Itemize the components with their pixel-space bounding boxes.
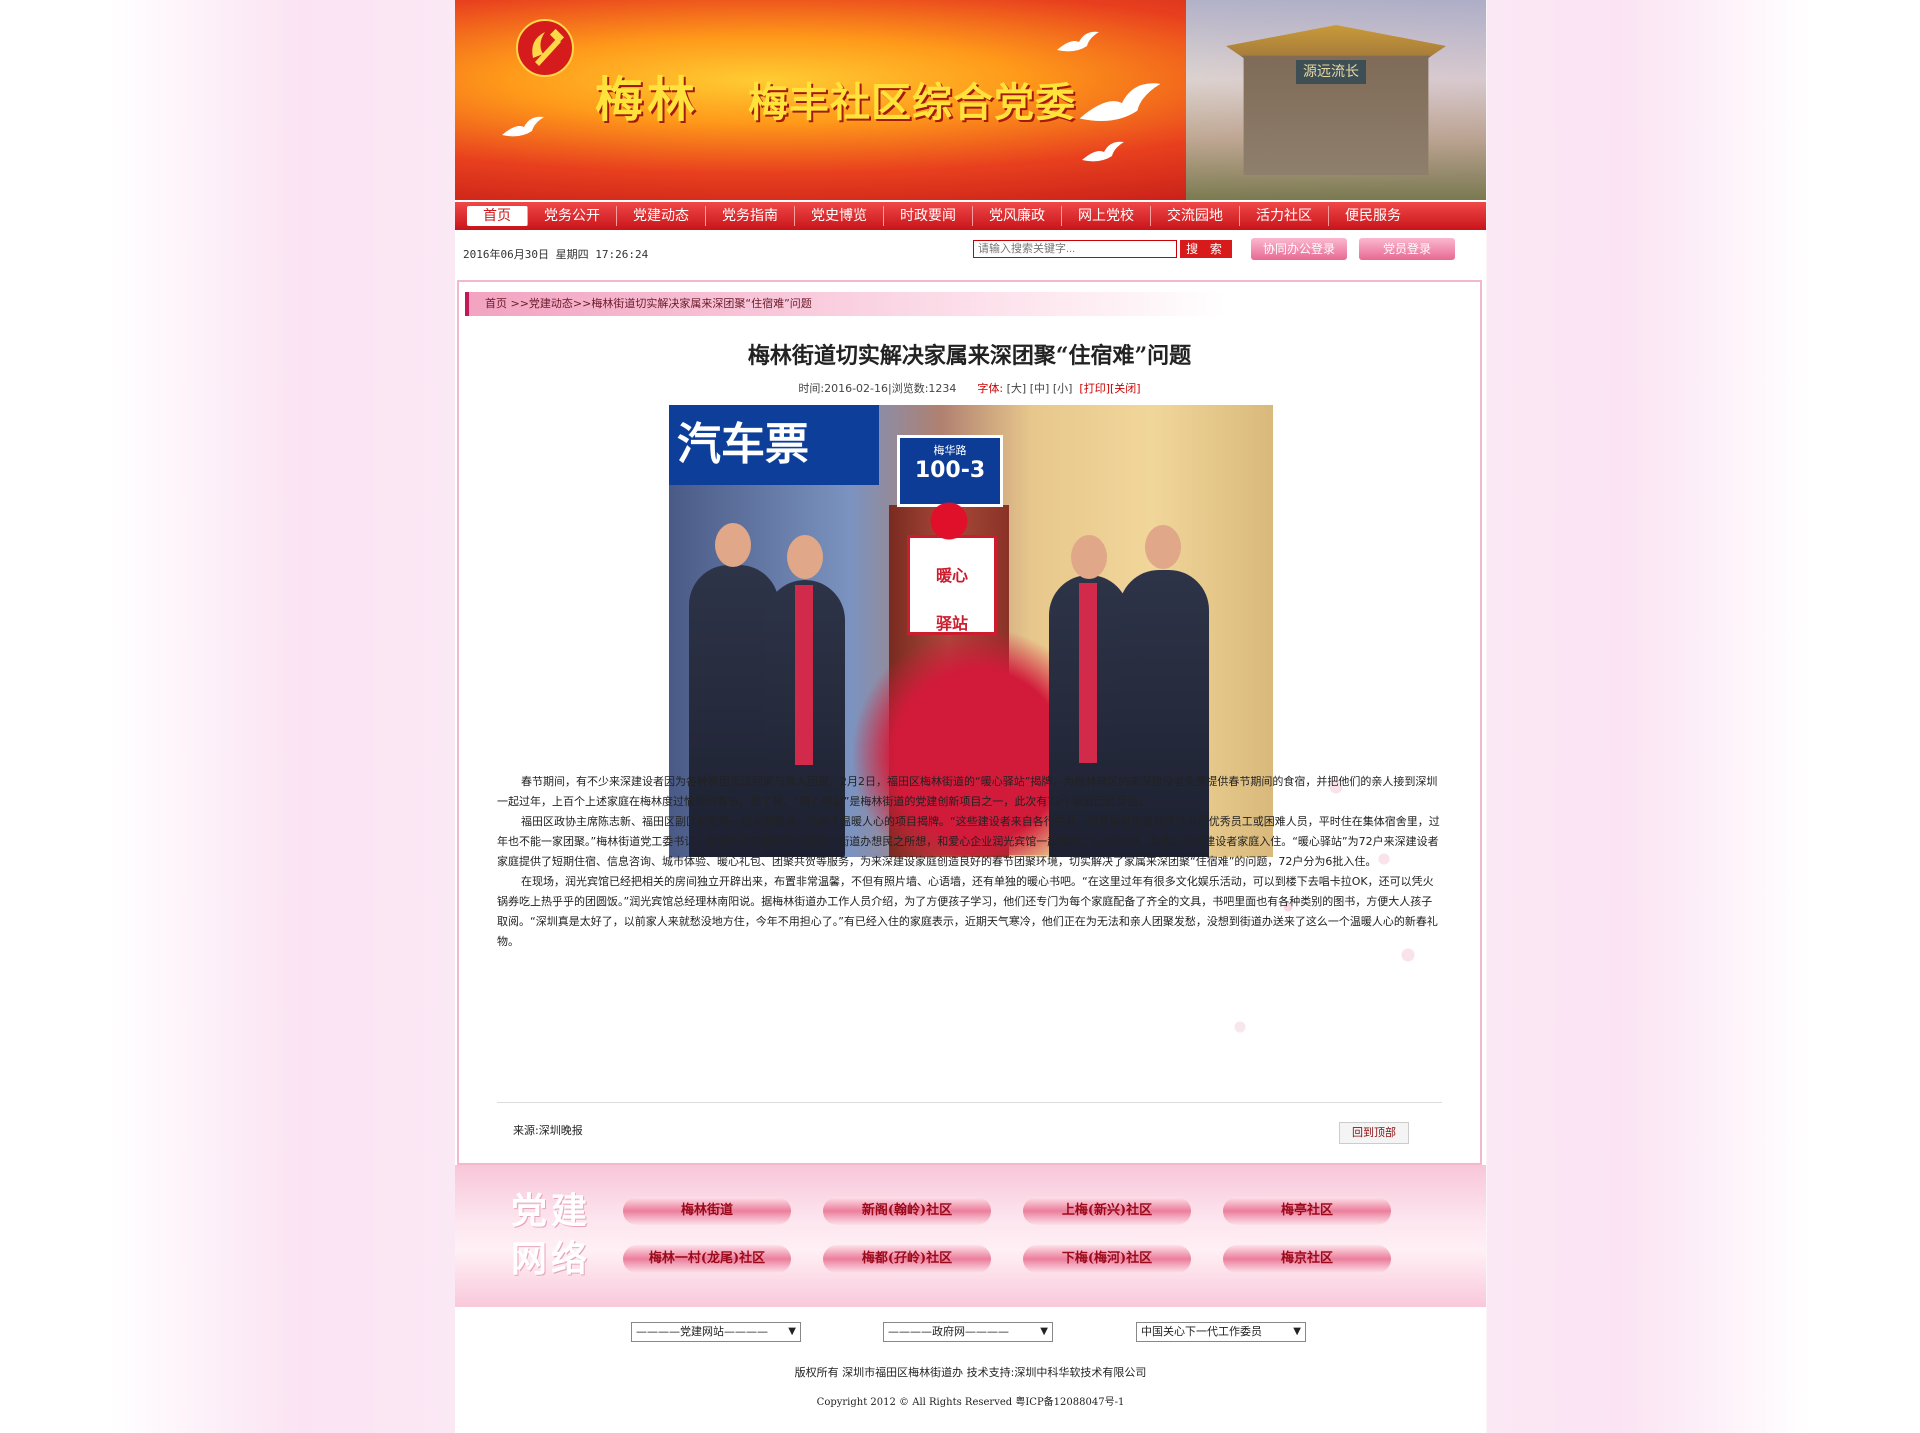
org-sites-select-value: 中国关心下一代工作委员	[1141, 1325, 1262, 1338]
nav-item-community[interactable]: 活力社区	[1240, 206, 1329, 226]
party-network-links: 党建 网络 梅林街道 新阁(翰岭)社区 上梅(新兴)社区 梅亭社区 梅林一村(龙…	[455, 1165, 1486, 1307]
dropdown-arrow-icon: ▼	[788, 1326, 796, 1337]
photo-red-scarf	[795, 585, 813, 765]
nav-item-party-history[interactable]: 党史博览	[795, 206, 884, 226]
copyright-line: 版权所有 深圳市福田区梅林街道办 技术支持:深圳中科华软技术有限公司	[794, 1366, 1147, 1379]
nav-item-integrity[interactable]: 党风廉政	[973, 206, 1062, 226]
search-input[interactable]	[973, 240, 1177, 258]
nav-item-forum[interactable]: 交流园地	[1151, 206, 1240, 226]
breadcrumb-home[interactable]: 首页	[485, 297, 507, 310]
dropdown-arrow-icon: ▼	[1293, 1326, 1301, 1337]
plate-number: 100-3	[914, 458, 986, 483]
font-medium-button[interactable]: [中]	[1030, 382, 1050, 395]
nav-item-home[interactable]: 首页	[467, 206, 528, 226]
back-to-top-button[interactable]: 回到顶部	[1339, 1122, 1409, 1144]
nav-item-party-affairs[interactable]: 党务公开	[528, 206, 617, 226]
photo-address-plate: 梅华路 100-3	[897, 435, 1003, 507]
article-paragraph: 在现场，润光宾馆已经把相关的房间独立开辟出来，布置非常温馨，不但有照片墙、心语墙…	[497, 875, 1438, 948]
current-datetime: 2016年06月30日 星期四 17:26:24	[463, 248, 649, 261]
dove-icon	[1079, 83, 1161, 122]
dove-icon	[502, 116, 544, 137]
article-meta: 时间:2016-02-16|浏览数:1234 字体: [大] [中] [小] […	[459, 380, 1480, 396]
photo-warm-station-board: 暖心 驿站	[907, 535, 997, 635]
banner-title-script: 梅林	[595, 72, 700, 128]
nav-item-services[interactable]: 便民服务	[1329, 206, 1417, 226]
article-source: 来源:深圳晚报	[513, 1124, 583, 1137]
photo-person-head	[787, 535, 823, 579]
article-paragraph: 春节期间，有不少来深建设者因为各种原因无法回家与亲人团聚。2月2日，福田区梅林街…	[497, 775, 1438, 808]
toolbar: 2016年06月30日 星期四 17:26:24 搜 索 协同办公登录 党员登录	[455, 232, 1486, 272]
nav-item-party-guide[interactable]: 党务指南	[706, 206, 795, 226]
office-login-button[interactable]: 协同办公登录	[1251, 238, 1347, 260]
board-text-line1: 暖心	[935, 566, 968, 585]
member-login-button[interactable]: 党员登录	[1359, 238, 1455, 260]
copyright-line-2: Copyright 2012 © All Rights Reserved 粤IC…	[816, 1397, 1125, 1408]
nav-item-online-school[interactable]: 网上党校	[1062, 206, 1151, 226]
article-time-views: 时间:2016-02-16|浏览数:1234	[798, 382, 957, 395]
font-large-button[interactable]: [大]	[1007, 382, 1027, 395]
divider	[497, 1102, 1442, 1103]
link-xiamei-community[interactable]: 下梅(梅河)社区	[1023, 1245, 1191, 1273]
print-button[interactable]: [打印]	[1079, 382, 1110, 395]
main-nav: 首页 党务公开 党建动态 党务指南 党史博览 时政要闻 党风廉政 网上党校 交流…	[455, 202, 1486, 230]
photo-shop-sign: 汽车票	[669, 405, 879, 485]
party-sites-select[interactable]: ————党建网站———— ▼	[631, 1322, 801, 1342]
footer: ————党建网站———— ▼ ————政府网———— ▼ 中国关心下一代工作委员 ▼ …	[455, 1307, 1486, 1433]
breadcrumb: 首页 >>党建动态>>梅林街道切实解决家属来深团聚“住宿难”问题	[465, 292, 1225, 316]
nav-item-current-affairs[interactable]: 时政要闻	[884, 206, 973, 226]
gov-sites-select[interactable]: ————政府网———— ▼	[883, 1322, 1053, 1342]
photo-person-head	[1071, 535, 1107, 579]
dove-icon	[1057, 31, 1099, 52]
font-size-label: 字体:	[977, 382, 1004, 395]
party-network-label: 党建 网络	[511, 1187, 591, 1283]
article-paragraph: 福田区政协主席陈志新、福田区副区长夏扬一起来到现场，为这个温暖人心的项目揭牌。“…	[497, 815, 1440, 868]
banner-title-main: 梅丰社区综合党委	[748, 80, 1076, 126]
party-emblem-icon	[516, 19, 574, 77]
link-meidu-community[interactable]: 梅都(孖岭)社区	[823, 1245, 991, 1273]
nav-item-party-news[interactable]: 党建动态	[617, 206, 706, 226]
gov-sites-select-value: ————政府网————	[888, 1325, 1009, 1338]
link-meijing-community[interactable]: 梅京社区	[1223, 1245, 1391, 1273]
header-banner: 源远流长 梅林 梅丰社区综合党委	[455, 0, 1486, 200]
dropdown-arrow-icon: ▼	[1040, 1326, 1048, 1337]
dove-icon	[1082, 141, 1124, 162]
article-body: 春节期间，有不少来深建设者因为各种原因无法回家与亲人团聚。2月2日，福田区梅林街…	[497, 772, 1442, 952]
photo-person-head	[715, 523, 751, 567]
party-sites-select-value: ————党建网站————	[636, 1325, 768, 1338]
close-button[interactable]: [关闭]	[1110, 382, 1141, 395]
link-meilin-street[interactable]: 梅林街道	[623, 1197, 791, 1225]
page-wrapper: 源远流长 梅林 梅丰社区综合党委 首页 党务公开 党建动态 党务指南 党史博览 …	[455, 0, 1486, 1433]
article-panel: 首页 >>党建动态>>梅林街道切实解决家属来深团聚“住宿难”问题 梅林街道切实解…	[457, 280, 1482, 1165]
search-button[interactable]: 搜 索	[1180, 240, 1232, 258]
photo-person-head	[1145, 525, 1181, 569]
board-text-line2: 驿站	[935, 614, 968, 633]
photo-red-bow	[919, 501, 979, 541]
party-network-label-line2: 网络	[511, 1238, 592, 1280]
font-small-button[interactable]: [小]	[1053, 382, 1073, 395]
gate-sign: 源远流长	[1296, 60, 1366, 84]
link-xinge-community[interactable]: 新阁(翰岭)社区	[823, 1197, 991, 1225]
banner-memorial-gate	[1226, 25, 1446, 175]
breadcrumb-current: 梅林街道切实解决家属来深团聚“住宿难”问题	[591, 297, 812, 310]
link-shangmei-community[interactable]: 上梅(新兴)社区	[1023, 1197, 1191, 1225]
org-sites-select[interactable]: 中国关心下一代工作委员 ▼	[1136, 1322, 1306, 1342]
breadcrumb-section[interactable]: >>党建动态>>	[507, 297, 591, 310]
plate-road: 梅华路	[933, 444, 967, 457]
photo-red-scarf	[1079, 583, 1097, 763]
article-title: 梅林街道切实解决家属来深团聚“住宿难”问题	[747, 343, 1192, 369]
party-network-label-line1: 党建	[511, 1190, 592, 1232]
link-meiting-community[interactable]: 梅亭社区	[1223, 1197, 1391, 1225]
link-meilin-yicun-community[interactable]: 梅林一村(龙尾)社区	[623, 1245, 791, 1273]
